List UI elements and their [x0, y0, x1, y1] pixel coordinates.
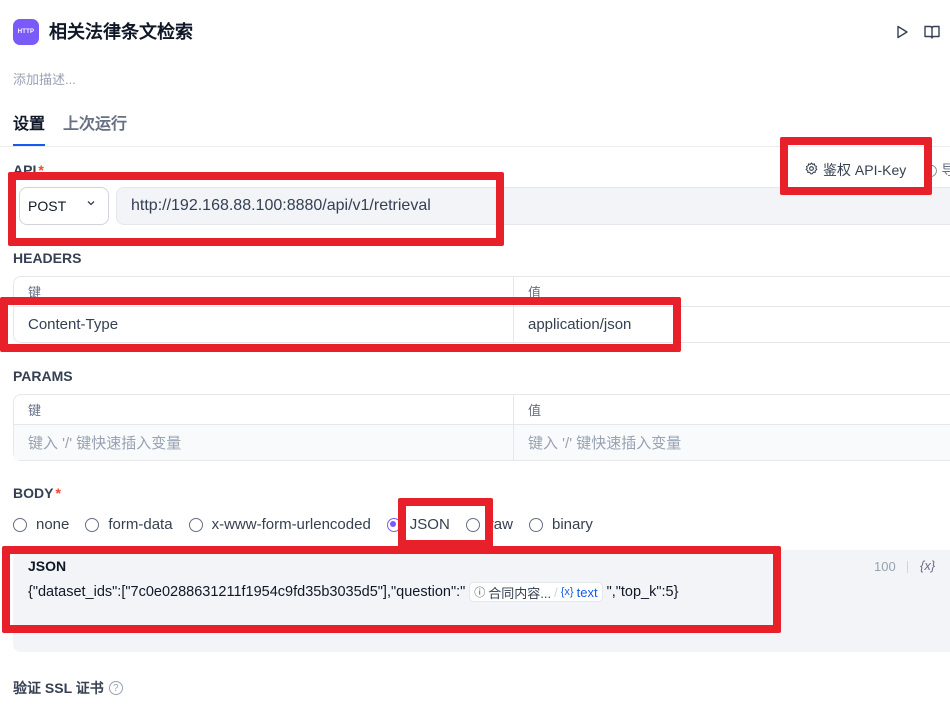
headers-table-header: 键 值 — [14, 277, 950, 307]
param-key-input[interactable]: 键入 '/' 键快速插入变量 — [14, 425, 514, 460]
required-mark: * — [38, 162, 44, 178]
radio-json[interactable]: JSON — [386, 516, 450, 533]
headers-col-key: 键 — [14, 277, 514, 306]
variable-chip[interactable]: ⓘ 合同内容... / {x} text — [469, 582, 603, 602]
auth-api-key-button[interactable]: 鉴权 API-Key — [795, 154, 916, 186]
insert-variable-icon[interactable]: {x} — [920, 558, 935, 573]
headers-col-value: 值 — [528, 285, 542, 300]
description-input[interactable]: 添加描述... — [13, 69, 76, 88]
headers-row: Content-Type application/json — [14, 307, 950, 342]
radio-x-www-form-urlencoded[interactable]: x-www-form-urlencoded — [188, 516, 371, 533]
variable-x-icon: {x} — [560, 586, 574, 598]
node-icon: ⓘ — [474, 587, 486, 599]
docs-book-icon[interactable] — [922, 22, 942, 42]
import-button-label: 导 — [941, 162, 950, 178]
method-value: POST — [28, 198, 67, 214]
auth-button-label: 鉴权 API-Key — [823, 162, 907, 178]
radio-circle — [85, 517, 100, 532]
json-code-before: {"dataset_ids":["7c0e0288631211f1954c9fd… — [28, 584, 466, 600]
verify-ssl-label: 验证 SSL 证书 ? — [13, 678, 123, 698]
radio-circle-checked — [386, 517, 401, 532]
radio-circle — [465, 517, 480, 532]
tab-divider — [0, 146, 950, 147]
json-char-count: 100 — [874, 559, 896, 574]
gear-icon — [805, 162, 818, 178]
json-code-line[interactable]: {"dataset_ids":["7c0e0288631211f1954c9fd… — [28, 580, 678, 604]
params-col-value: 值 — [528, 403, 542, 418]
radio-form-data[interactable]: form-data — [85, 516, 173, 533]
variable-chip-node: 合同内容... — [488, 585, 552, 601]
header-value-input[interactable]: application/json — [514, 307, 631, 342]
tab-settings[interactable]: 设置 — [13, 115, 45, 135]
radio-circle — [13, 517, 27, 532]
required-mark: * — [55, 485, 61, 501]
param-value-input[interactable]: 键入 '/' 键快速插入变量 — [514, 425, 681, 460]
radio-binary[interactable]: binary — [528, 516, 593, 533]
import-icon: ◯ — [924, 163, 938, 177]
radio-raw[interactable]: raw — [465, 516, 513, 533]
run-icon[interactable] — [892, 22, 912, 42]
chevron-down-icon — [86, 198, 96, 211]
radio-none[interactable]: none — [13, 516, 69, 533]
body-label: BODY * — [13, 485, 61, 501]
header-key-input[interactable]: Content-Type — [14, 307, 514, 342]
radio-circle — [528, 517, 543, 532]
json-toolbar-divider — [907, 561, 908, 573]
http-node-icon: HTTP — [13, 19, 39, 45]
api-label: API * — [13, 162, 44, 178]
node-title[interactable]: 相关法律条文检索 — [49, 20, 193, 44]
headers-table: 键 值 Content-Type application/json — [13, 276, 950, 343]
params-label: PARAMS — [13, 368, 73, 384]
radio-circle — [188, 517, 203, 532]
params-table-header: 键 值 — [14, 395, 950, 425]
variable-chip-name: text — [576, 584, 598, 600]
params-col-key: 键 — [14, 395, 514, 424]
params-table: 键 值 键入 '/' 键快速插入变量 键入 '/' 键快速插入变量 — [13, 394, 950, 461]
tab-last-run[interactable]: 上次运行 — [63, 115, 127, 135]
params-row: 键入 '/' 键快速插入变量 键入 '/' 键快速插入变量 — [14, 425, 950, 460]
method-select[interactable]: POST — [19, 187, 109, 225]
json-code-after: ","top_k":5} — [606, 584, 679, 600]
import-curl-button[interactable]: ◯ 导 — [924, 160, 950, 180]
chip-separator: / — [554, 584, 558, 600]
headers-label: HEADERS — [13, 250, 82, 266]
body-type-radio-group: none form-data x-www-form-urlencoded JSO… — [13, 516, 609, 533]
help-question-icon[interactable]: ? — [108, 681, 123, 695]
json-editor-label: JSON — [28, 558, 67, 574]
url-input[interactable]: http://192.168.88.100:8880/api/v1/retrie… — [116, 187, 950, 225]
